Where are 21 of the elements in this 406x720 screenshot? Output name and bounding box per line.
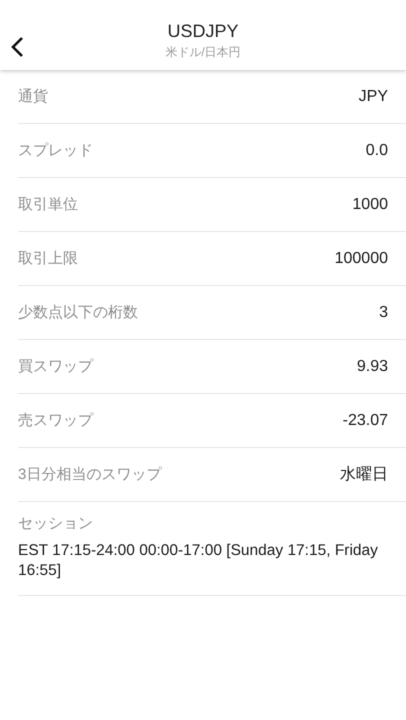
page-subtitle: 米ドル/日本円 [165, 44, 241, 61]
field-value: 0.0 [366, 142, 388, 160]
field-label: スプレッド [18, 141, 93, 160]
field-label: 買スワップ [18, 357, 93, 376]
field-value: -23.07 [342, 412, 388, 430]
field-label: 少数点以下の桁数 [18, 303, 138, 322]
session-label: セッション [18, 514, 94, 533]
field-label: 取引上限 [18, 249, 78, 268]
page-title: USDJPY [167, 21, 238, 42]
field-value: 水曜日 [340, 464, 388, 485]
field-value: 1000 [352, 196, 388, 214]
field-value: JPY [358, 88, 388, 106]
field-value: 100000 [334, 250, 388, 268]
session-value: EST 17:15-24:00 00:00-17:00 [Sunday 17:15, Friday 16:55] [18, 541, 379, 581]
field-label: 取引単位 [18, 195, 78, 214]
field-value: 3 [379, 304, 388, 322]
back-icon[interactable] [10, 36, 24, 58]
field-label: 3日分相当のスワップ [18, 465, 162, 484]
field-value: 9.93 [356, 358, 388, 376]
field-label: 通貨 [18, 87, 48, 106]
field-label: 売スワップ [18, 411, 93, 430]
